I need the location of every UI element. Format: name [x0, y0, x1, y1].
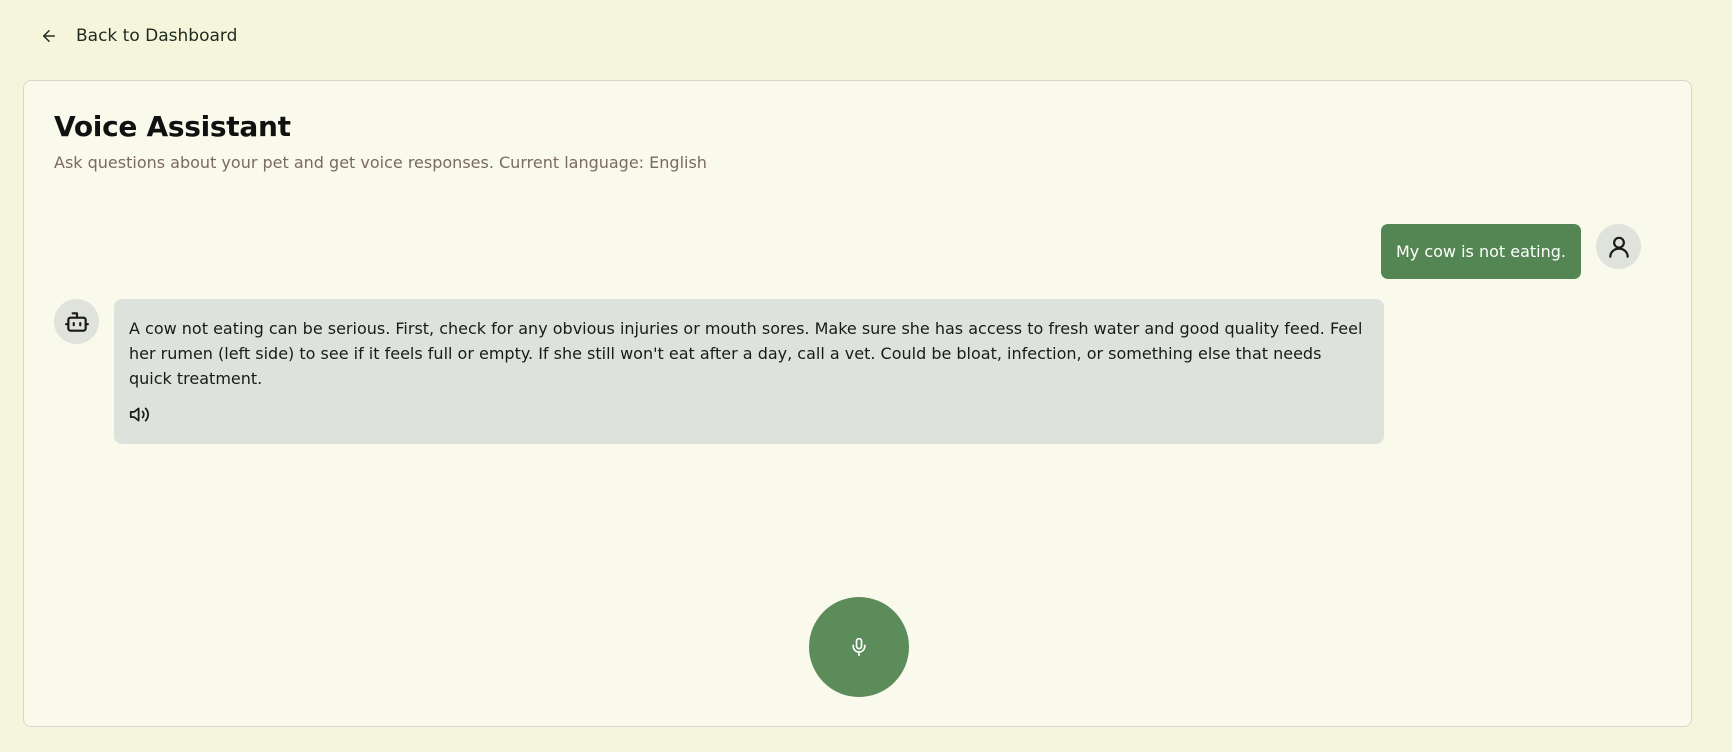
speaker-icon [129, 407, 149, 421]
assistant-message-bubble: A cow not eating can be serious. First, … [114, 299, 1384, 444]
page-title: Voice Assistant [54, 110, 291, 143]
assistant-message-text: A cow not eating can be serious. First, … [129, 319, 1363, 388]
assistant-message-row: A cow not eating can be serious. First, … [54, 299, 1384, 444]
user-avatar [1596, 224, 1641, 269]
bot-icon [64, 311, 89, 332]
arrow-left-icon [43, 30, 55, 42]
play-audio-button[interactable] [129, 402, 153, 426]
microphone-icon [852, 637, 866, 657]
user-message-bubble: My cow is not eating. [1380, 224, 1581, 279]
microphone-button[interactable] [809, 597, 909, 697]
back-to-dashboard-label: Back to Dashboard [76, 26, 238, 46]
page-subtitle: Ask questions about your pet and get voi… [54, 153, 707, 172]
user-icon [1608, 236, 1629, 258]
voice-assistant-card: Voice Assistant Ask questions about your… [23, 80, 1692, 727]
user-message-row: My cow is not eating. [1380, 224, 1641, 279]
assistant-avatar [54, 299, 99, 344]
back-to-dashboard-link[interactable]: Back to Dashboard [40, 22, 237, 50]
